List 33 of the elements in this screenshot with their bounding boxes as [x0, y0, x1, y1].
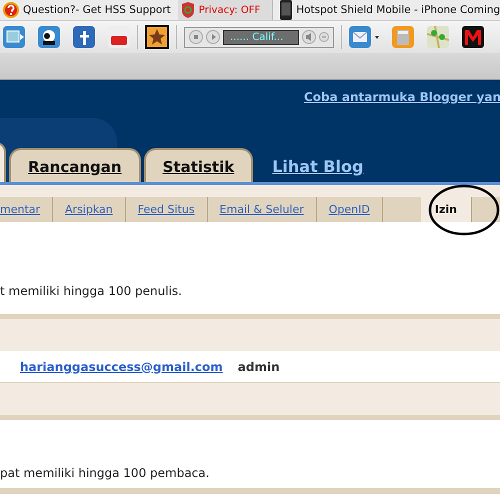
authors-note: t memiliki hingga 100 penulis. — [0, 284, 183, 300]
subtab[interactable]: mentar — [0, 197, 54, 222]
cartoon-icon[interactable] — [38, 26, 60, 48]
subtab[interactable]: Email & Seluler — [208, 197, 317, 222]
phone-icon — [280, 0, 292, 20]
map-icon[interactable] — [427, 26, 449, 48]
station-dropdown[interactable]: ...... Calif... — [223, 30, 299, 44]
tab[interactable]: Rancangan — [9, 148, 141, 182]
stop-icon[interactable] — [189, 30, 203, 44]
header-link[interactable]: Coba antarmuka Blogger yan — [304, 90, 500, 104]
play-icon[interactable] — [206, 30, 220, 44]
monitor-icon[interactable] — [3, 26, 25, 48]
bookmark-link[interactable]: Question?- Get HSS Support — [23, 4, 171, 16]
view-blog-link[interactable]: Lihat Blog — [272, 157, 364, 182]
shield-icon — [180, 2, 195, 18]
subtab[interactable]: Arsipkan — [53, 197, 126, 222]
star-icon[interactable] — [145, 25, 169, 49]
readers-note: pat memiliki hingga 100 pembaca. — [0, 466, 210, 482]
calculator-icon[interactable] — [392, 26, 414, 48]
volume-icon[interactable] — [302, 30, 316, 44]
subtab[interactable]: OpenID — [316, 197, 383, 222]
subtab[interactable]: Izin — [420, 197, 472, 222]
social-app-icon[interactable] — [73, 26, 95, 48]
help-icon — [3, 2, 19, 18]
subtab[interactable]: Feed Situs — [126, 197, 208, 222]
author-role: admin — [238, 360, 280, 374]
minus-icon[interactable] — [319, 32, 329, 42]
mail-icon[interactable] — [349, 26, 379, 48]
bookmark-link[interactable]: Hotspot Shield Mobile - iPhone Coming — [296, 4, 500, 16]
author-email-link[interactable]: harianggasuccess@gmail.com — [20, 360, 223, 374]
annotation-ellipse — [428, 184, 500, 236]
app-icon[interactable] — [462, 26, 484, 48]
tab[interactable]: Statistik — [144, 148, 254, 182]
